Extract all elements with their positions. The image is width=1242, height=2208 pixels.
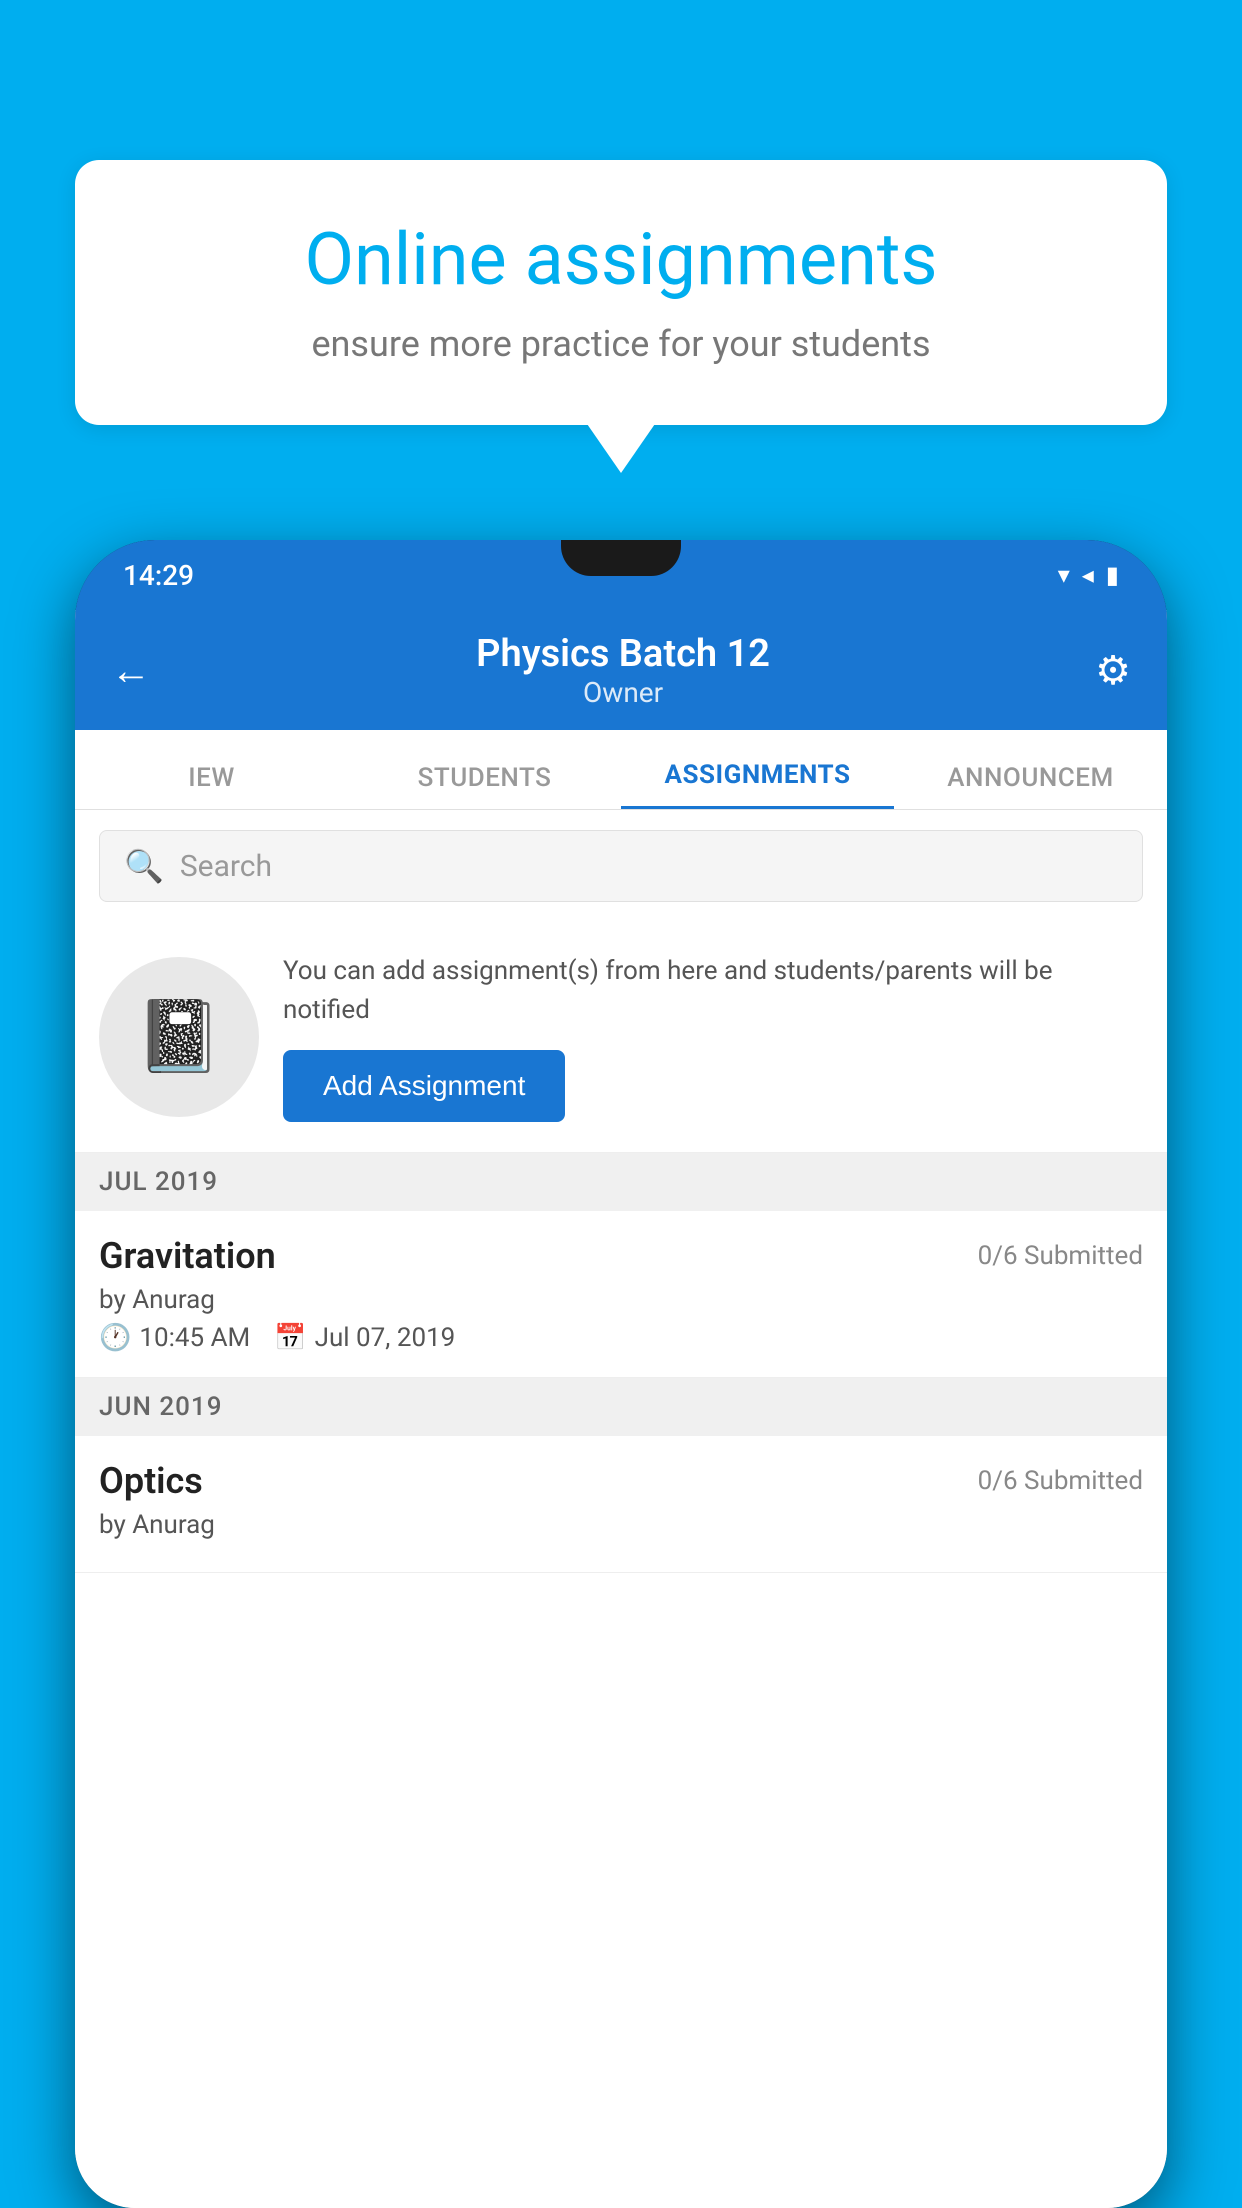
app-header: ← Physics Batch 12 Owner ⚙ [75,610,1167,730]
tab-assignments[interactable]: ASSIGNMENTS [621,760,894,809]
assignment-row1: Gravitation 0/6 Submitted [99,1235,1143,1277]
status-icons: ▾ ◂ ▮ [1058,561,1119,589]
speech-bubble: Online assignments ensure more practice … [75,160,1167,425]
clock-icon: 🕐 [99,1323,131,1353]
assignment-item-optics[interactable]: Optics 0/6 Submitted by Anurag [75,1436,1167,1573]
tab-announcements[interactable]: ANNOUNCEM [894,763,1167,809]
tab-iew[interactable]: IEW [75,763,348,809]
status-time: 14:29 [123,559,194,592]
app-content: 🔍 Search 📓 You can add assignment(s) fro… [75,810,1167,2208]
add-assignment-button[interactable]: Add Assignment [283,1050,565,1122]
assignment-by-gravitation: by Anurag [99,1285,1143,1315]
search-icon: 🔍 [124,847,164,885]
speech-bubble-subtitle: ensure more practice for your students [145,323,1097,365]
notebook-icon: 📓 [135,996,222,1078]
assignment-title-optics: Optics [99,1460,203,1502]
status-bar: 14:29 ▾ ◂ ▮ [75,540,1167,610]
assignment-date-gravitation: Jul 07, 2019 [315,1323,456,1353]
assignment-row1-optics: Optics 0/6 Submitted [99,1460,1143,1502]
search-bar-container: 🔍 Search [75,810,1167,922]
settings-icon[interactable]: ⚙ [1095,647,1131,694]
battery-icon: ▮ [1106,561,1119,589]
meta-date-gravitation: 📅 Jul 07, 2019 [274,1323,455,1353]
promo-description: You can add assignment(s) from here and … [283,952,1143,1030]
signal-icon: ◂ [1082,561,1094,589]
header-title-area: Physics Batch 12 Owner [151,632,1095,709]
speech-bubble-container: Online assignments ensure more practice … [75,160,1167,425]
assignment-submitted-gravitation: 0/6 Submitted [978,1241,1143,1271]
promo-icon-circle: 📓 [99,957,259,1117]
meta-time-gravitation: 🕐 10:45 AM [99,1323,250,1353]
back-button[interactable]: ← [111,647,151,694]
tab-bar: IEW STUDENTS ASSIGNMENTS ANNOUNCEM [75,730,1167,810]
phone-frame: 14:29 ▾ ◂ ▮ ← Physics Batch 12 Owner ⚙ I… [75,540,1167,2208]
wifi-icon: ▾ [1058,561,1070,589]
assignment-title-gravitation: Gravitation [99,1235,276,1277]
assignment-submitted-optics: 0/6 Submitted [978,1466,1143,1496]
month-separator-jul: JUL 2019 [75,1153,1167,1211]
promo-section: 📓 You can add assignment(s) from here an… [75,922,1167,1153]
assignment-item-gravitation[interactable]: Gravitation 0/6 Submitted by Anurag 🕐 10… [75,1211,1167,1378]
speech-bubble-title: Online assignments [145,220,1097,299]
assignment-by-optics: by Anurag [99,1510,1143,1540]
phone-screen: ← Physics Batch 12 Owner ⚙ IEW STUDENTS … [75,610,1167,2208]
tab-students[interactable]: STUDENTS [348,763,621,809]
header-title: Physics Batch 12 [151,632,1095,676]
assignment-meta-gravitation: 🕐 10:45 AM 📅 Jul 07, 2019 [99,1323,1143,1353]
search-placeholder: Search [180,849,272,884]
notch [561,540,681,576]
search-bar[interactable]: 🔍 Search [99,830,1143,902]
month-separator-jun: JUN 2019 [75,1378,1167,1436]
calendar-icon: 📅 [274,1323,306,1353]
assignment-time-gravitation: 10:45 AM [139,1323,250,1353]
header-subtitle: Owner [151,676,1095,709]
promo-text-area: You can add assignment(s) from here and … [283,952,1143,1122]
